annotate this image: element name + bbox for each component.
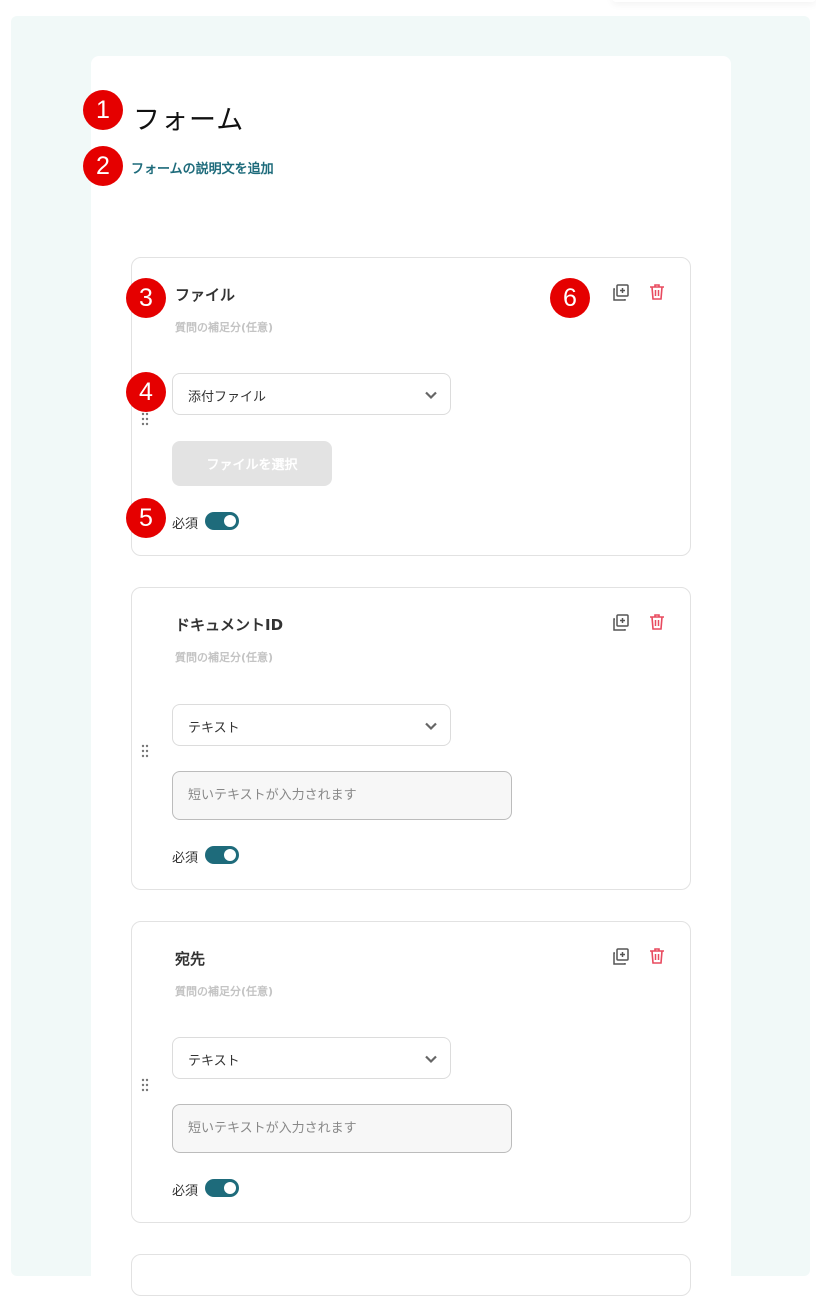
short-text-input[interactable] (172, 771, 512, 820)
required-label: 必須 (172, 1184, 199, 1199)
question-title[interactable]: 宛先 (175, 948, 205, 969)
drag-handle-icon[interactable] (141, 744, 149, 758)
question-card-partial (131, 1254, 691, 1296)
copy-icon[interactable] (611, 613, 631, 633)
add-form-description-link[interactable]: フォームの説明文を追加 (131, 158, 274, 177)
question-subtitle[interactable]: 質問の補足分(任意) (175, 319, 273, 335)
required-toggle[interactable] (205, 846, 239, 864)
copy-icon[interactable] (611, 283, 631, 303)
question-card-file: ファイル 質問の補足分(任意) 添付ファイル ファイルを選択 必須 (131, 257, 691, 556)
short-text-input[interactable] (172, 1104, 512, 1153)
question-type-select[interactable]: テキスト (172, 1037, 451, 1079)
choose-file-button[interactable]: ファイルを選択 (172, 441, 332, 486)
annotation-marker-4: 4 (126, 372, 166, 412)
question-card-document-id: ドキュメントID 質問の補足分(任意) テキスト 必須 (131, 587, 691, 890)
toggle-knob (224, 1182, 236, 1194)
question-type-select[interactable]: テキスト (172, 704, 451, 746)
top-shadow (612, 0, 816, 2)
question-subtitle[interactable]: 質問の補足分(任意) (175, 649, 273, 665)
annotation-marker-1: 1 (83, 90, 123, 130)
question-type-value: テキスト (188, 721, 240, 736)
annotation-marker-5: 5 (126, 498, 166, 538)
question-type-select[interactable]: 添付ファイル (172, 373, 451, 415)
toggle-knob (224, 515, 236, 527)
trash-icon[interactable] (647, 282, 667, 302)
annotation-marker-2: 2 (83, 146, 123, 186)
form-title[interactable]: フォーム (133, 98, 244, 137)
chevron-down-icon (425, 391, 437, 400)
question-type-value: 添付ファイル (188, 390, 267, 405)
required-label: 必須 (172, 851, 199, 866)
question-title[interactable]: ドキュメントID (175, 614, 283, 635)
required-toggle[interactable] (205, 512, 239, 530)
question-subtitle[interactable]: 質問の補足分(任意) (175, 983, 273, 999)
chevron-down-icon (425, 722, 437, 731)
chevron-down-icon (425, 1055, 437, 1064)
copy-icon[interactable] (611, 947, 631, 967)
drag-handle-icon[interactable] (141, 412, 149, 426)
required-toggle[interactable] (205, 1179, 239, 1197)
question-card-recipient: 宛先 質問の補足分(任意) テキスト 必須 (131, 921, 691, 1223)
drag-handle-icon[interactable] (141, 1078, 149, 1092)
question-title[interactable]: ファイル (175, 284, 235, 305)
trash-icon[interactable] (647, 946, 667, 966)
annotation-marker-3: 3 (126, 278, 166, 318)
question-type-value: テキスト (188, 1054, 240, 1069)
trash-icon[interactable] (647, 612, 667, 632)
annotation-marker-6: 6 (550, 278, 590, 318)
toggle-knob (224, 849, 236, 861)
required-label: 必須 (172, 517, 199, 532)
